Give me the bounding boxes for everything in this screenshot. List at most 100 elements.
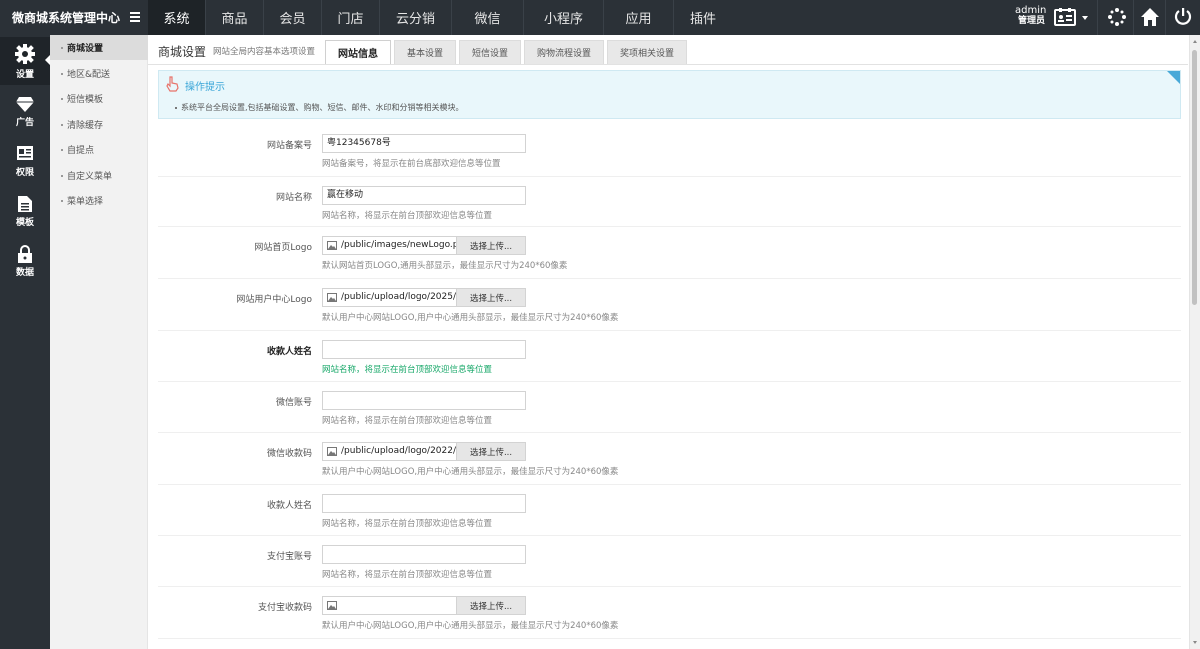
- sidebar-item-label: 广告: [15, 118, 34, 128]
- field-label: 微信账号: [275, 398, 312, 408]
- upload-button[interactable]: 选择上传...: [456, 443, 525, 460]
- user-info[interactable]: admin 管理员: [1015, 5, 1047, 27]
- document-icon: [18, 196, 32, 212]
- nav-plugins[interactable]: 插件: [674, 0, 732, 35]
- tip-title: 操作提示: [185, 82, 225, 93]
- submenu-item-store-settings[interactable]: 商城设置: [50, 35, 148, 60]
- nav-members[interactable]: 会员: [264, 0, 322, 35]
- submenu-item-sms-templates[interactable]: 短信模板: [50, 86, 148, 111]
- upload-button[interactable]: 选择上传...: [456, 597, 525, 614]
- form-row-icp: 网站备案号 粤12345678号 网站备案号，将显示在前台底部欢迎信息等位置: [158, 125, 1181, 177]
- tab-site-info[interactable]: 网站信息: [325, 40, 391, 64]
- field-label: 支付宝账号: [266, 552, 312, 562]
- id-card-icon[interactable]: [1054, 8, 1076, 26]
- scroll-down-icon[interactable]: [1193, 641, 1197, 644]
- field-hint: 网站备案号，将显示在前台底部欢迎信息等位置: [322, 159, 501, 169]
- main-content: 商城设置 网站全局内容基本选项设置 网站信息 基本设置 短信设置 购物流程设置 …: [148, 35, 1188, 649]
- submenu-item-region-shipping[interactable]: 地区&配送: [50, 61, 148, 86]
- site-name-field[interactable]: 赢在移动: [322, 186, 526, 205]
- field-label: 网站名称: [275, 193, 312, 203]
- field-hint: 网站名称，将显示在前台顶部欢迎信息等位置: [322, 416, 493, 426]
- form-row-wechat-account: 微信账号 网站名称，将显示在前台顶部欢迎信息等位置: [158, 382, 1181, 433]
- wechat-account-field[interactable]: [322, 391, 526, 410]
- form-row-user-logo: 网站用户中心Logo /public/upload/logo/2025/0 选择…: [158, 279, 1181, 331]
- file-path: /public/upload/logo/2022/0: [341, 446, 457, 456]
- tip-box: 操作提示 系统平台全局设置,包括基础设置、购物、短信、邮件、水印和分销等相关模块…: [158, 70, 1181, 119]
- field-hint: 网站名称，将显示在前台顶部欢迎信息等位置: [322, 365, 493, 375]
- submenu-item-menu-select[interactable]: 菜单选择: [50, 188, 148, 213]
- power-icon[interactable]: [1174, 7, 1194, 27]
- icp-field[interactable]: 粤12345678号: [322, 134, 526, 153]
- hand-pointer-icon: [166, 76, 179, 92]
- nav-distribution[interactable]: 云分销: [380, 0, 452, 35]
- user-role: 管理员: [1017, 16, 1045, 26]
- alipay-qr-upload[interactable]: 选择上传...: [322, 596, 526, 615]
- nav-goods[interactable]: 商品: [206, 0, 264, 35]
- spinner-icon[interactable]: [1107, 7, 1127, 27]
- submenu-item-pickup-points[interactable]: 自提点: [50, 137, 148, 162]
- payee-name-field[interactable]: [322, 340, 526, 359]
- field-label: 网站用户中心Logo: [236, 295, 312, 305]
- form-row-site-name: 网站名称 赢在移动 网站名称，将显示在前台顶部欢迎信息等位置: [158, 177, 1181, 227]
- tab-bar: 网站信息 基本设置 短信设置 购物流程设置 奖项相关设置: [325, 40, 690, 64]
- field-hint: 默认用户中心网站LOGO,用户中心通用头部显示，最佳显示尺寸为240*60像素: [322, 467, 619, 477]
- upload-button[interactable]: 选择上传...: [456, 237, 525, 254]
- sidebar-item-label: 模板: [15, 218, 34, 228]
- sidebar-item-data[interactable]: 数据: [0, 239, 50, 287]
- nav-stores[interactable]: 门店: [322, 0, 380, 35]
- sidebar-item-templates[interactable]: 模板: [0, 189, 50, 237]
- tab-sms-settings[interactable]: 短信设置: [459, 40, 522, 64]
- file-path: /public/upload/logo/2025/0: [341, 292, 457, 302]
- sidebar: 设置 广告 权限 模板 数据: [0, 35, 50, 649]
- home-icon[interactable]: [1140, 7, 1160, 27]
- field-label: 收款人姓名: [266, 347, 312, 357]
- user-logo-upload[interactable]: /public/upload/logo/2025/0 选择上传...: [322, 288, 526, 307]
- sidebar-item-settings[interactable]: 设置: [0, 37, 50, 85]
- tab-checkout-settings[interactable]: 购物流程设置: [524, 40, 605, 64]
- field-hint: 默认用户中心网站LOGO,用户中心通用头部显示，最佳显示尺寸为240*60像素: [322, 621, 619, 631]
- nav-apps[interactable]: 应用: [604, 0, 674, 35]
- image-icon: [327, 601, 337, 610]
- submenu-item-clear-cache[interactable]: 清除缓存: [50, 112, 148, 137]
- page-subtitle: 网站全局内容基本选项设置: [213, 47, 316, 57]
- nav-system[interactable]: 系统: [148, 0, 206, 35]
- wechat-qr-upload[interactable]: /public/upload/logo/2022/0 选择上传...: [322, 442, 526, 461]
- menu-toggle-icon[interactable]: [130, 12, 140, 22]
- home-logo-upload[interactable]: /public/images/newLogo.png 选择上传...: [322, 236, 526, 255]
- scroll-thumb[interactable]: [1192, 50, 1197, 305]
- sidebar-item-permissions[interactable]: 权限: [0, 139, 50, 187]
- top-bar: 微商城系统管理中心 系统 商品 会员 门店 云分销 微信 小程序 应用 插件 a…: [0, 0, 1200, 35]
- collapse-corner-icon[interactable]: [1167, 71, 1180, 84]
- user-name: admin: [1015, 5, 1047, 16]
- field-hint: 默认用户中心网站LOGO,用户中心通用头部显示，最佳显示尺寸为240*60像素: [322, 313, 619, 323]
- field-label: 支付宝收款码: [257, 603, 312, 613]
- form-row-home-logo: 网站首页Logo /public/images/newLogo.png 选择上传…: [158, 227, 1181, 279]
- form-row-wechat-qr: 微信收款码 /public/upload/logo/2022/0 选择上传...…: [158, 433, 1181, 485]
- tab-basic-settings[interactable]: 基本设置: [394, 40, 457, 64]
- field-label: 微信收款码: [266, 449, 312, 459]
- scrollbar[interactable]: [1189, 35, 1200, 649]
- image-icon: [327, 293, 337, 302]
- submenu-item-custom-menu[interactable]: 自定义菜单: [50, 163, 148, 188]
- payee-name-field[interactable]: [322, 494, 526, 513]
- alipay-account-field[interactable]: [322, 545, 526, 564]
- divider: [1133, 0, 1134, 35]
- chevron-down-icon[interactable]: [1082, 16, 1088, 20]
- nav-wechat[interactable]: 微信: [452, 0, 524, 35]
- scroll-up-icon[interactable]: [1193, 40, 1197, 43]
- sidebar-item-ads[interactable]: 广告: [0, 89, 50, 137]
- field-hint: 网站名称，将显示在前台顶部欢迎信息等位置: [322, 519, 493, 529]
- field-label: 网站备案号: [266, 141, 312, 151]
- form-row-payee-name: 收款人姓名 网站名称，将显示在前台顶部欢迎信息等位置: [158, 331, 1181, 382]
- upload-button[interactable]: 选择上传...: [456, 289, 525, 306]
- nav-miniprogram[interactable]: 小程序: [524, 0, 604, 35]
- field-hint: 网站名称，将显示在前台顶部欢迎信息等位置: [322, 570, 493, 580]
- sidebar-item-label: 设置: [15, 70, 34, 80]
- gear-icon: [15, 44, 35, 64]
- form-row-alipay-account: 支付宝账号 网站名称，将显示在前台顶部欢迎信息等位置: [158, 536, 1181, 587]
- id-card-icon: [17, 146, 33, 160]
- submenu: 商城设置 地区&配送 短信模板 清除缓存 自提点 自定义菜单 菜单选择: [50, 35, 148, 649]
- tab-reward-settings[interactable]: 奖项相关设置: [607, 40, 688, 64]
- field-hint: 网站名称，将显示在前台顶部欢迎信息等位置: [322, 211, 493, 221]
- form-row-payee-name-2: 收款人姓名 网站名称，将显示在前台顶部欢迎信息等位置: [158, 485, 1181, 536]
